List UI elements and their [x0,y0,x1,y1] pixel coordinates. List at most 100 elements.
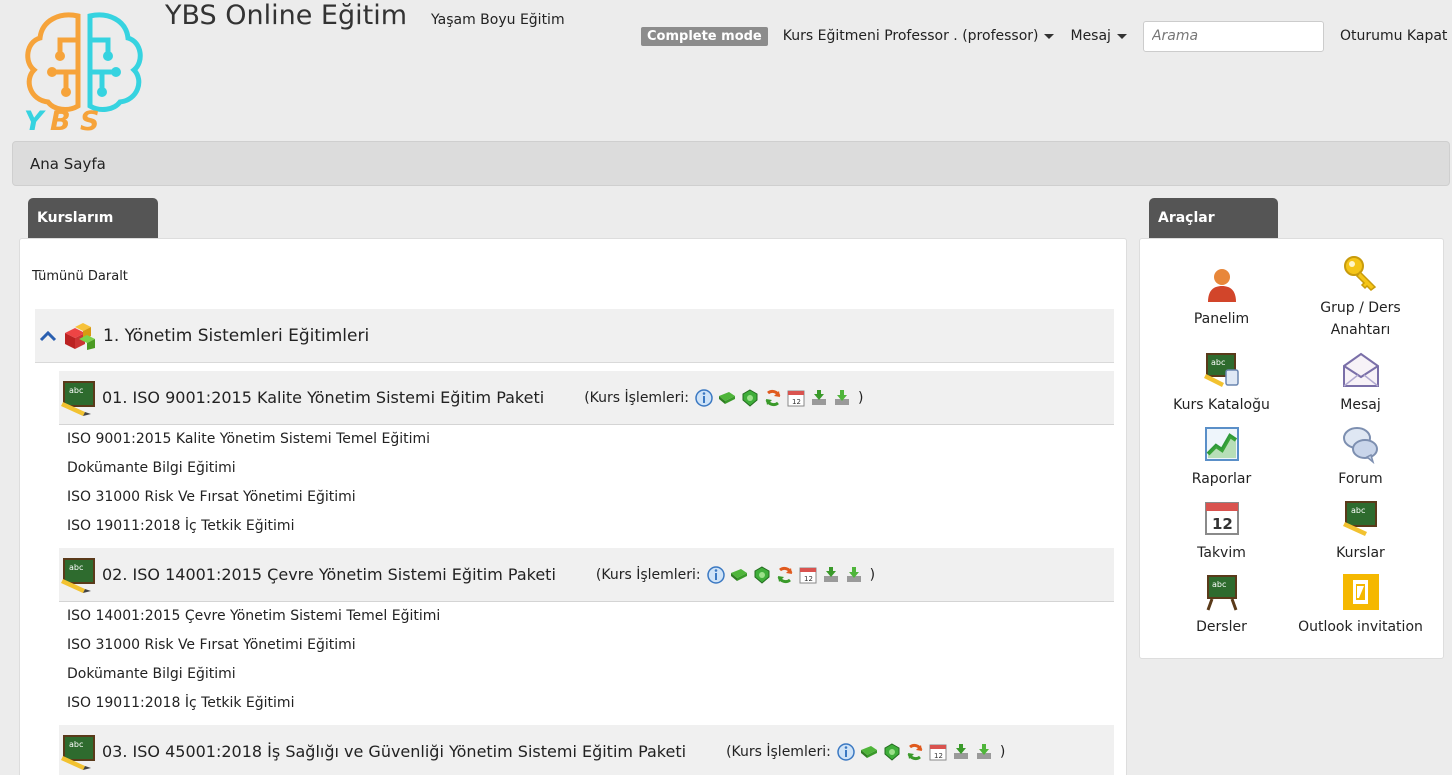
refresh-icon[interactable] [775,565,795,585]
ybs-logo[interactable]: Y B S [20,10,152,134]
tool-reports[interactable]: Raporlar [1149,424,1294,490]
tool-courses[interactable]: abc Kurslar [1288,498,1433,564]
caret-down-icon [1044,33,1055,39]
lesson-board-icon: abc [1206,575,1237,611]
tool-calendar[interactable]: 12 Takvim [1149,498,1294,564]
tools-tab[interactable]: Araçlar [1149,198,1278,238]
tool-label: Grup / Ders Anahtarı [1320,300,1401,338]
category-title[interactable]: 1. Yönetim Sistemleri Eğitimleri [103,326,369,346]
user-icon [1207,269,1236,302]
tool-label: Raporlar [1191,471,1252,487]
course-package-title[interactable]: 03. ISO 45001:2018 İş Sağlığı ve Güvenli… [102,742,686,761]
course-operations-close: ) [999,743,1006,760]
cubes-icon [65,322,95,350]
tool-group-key[interactable]: Grup / Ders Anahtarı [1288,253,1433,341]
tool-course-catalog[interactable]: abc Kurs Kataloğu [1149,350,1294,416]
svg-text:B: B [50,106,71,134]
svg-text:12: 12 [792,398,801,406]
my-courses-tab[interactable]: Kurslarım [28,198,158,238]
svg-text:Y: Y [24,106,46,134]
svg-text:12: 12 [934,752,943,760]
key-icon [1343,256,1376,291]
tool-label: Panelim [1193,311,1250,327]
logout-link[interactable]: Oturumu Kapat [1340,28,1447,44]
outlook-icon [1342,574,1379,610]
message-menu[interactable]: Mesaj [1070,28,1127,44]
user-menu[interactable]: Kurs Eğitmeni Professor . (professor) [783,28,1055,44]
course-operations: (Kurs İşlemleri: 12 ) [726,742,1005,762]
info-icon[interactable] [694,388,714,408]
calendar-day-number: 12 [1212,515,1233,533]
download-icon[interactable] [844,565,864,585]
tool-lessons[interactable]: abc Dersler [1149,572,1294,638]
svg-text:S: S [80,106,99,134]
course-operations: (Kurs İşlemleri: 12 ) [596,565,875,585]
breadcrumb-home[interactable]: Ana Sayfa [30,155,106,173]
lesson-link[interactable]: Dokümante Bilgi Eğitimi [67,460,236,476]
svg-text:abc: abc [1351,506,1365,515]
lesson-link[interactable]: ISO 9001:2015 Kalite Yönetim Sistemi Tem… [67,431,430,447]
info-icon[interactable] [706,565,726,585]
top-navigation: Complete mode Kurs Eğitmeni Professor . … [641,20,1447,52]
lesson-link[interactable]: ISO 19011:2018 İç Tetkik Eğitimi [67,695,294,711]
calendar-icon[interactable]: 12 [786,388,806,408]
tool-label: Kurs Kataloğu [1173,397,1270,413]
shield-icon[interactable] [752,565,772,585]
course-package-title[interactable]: 02. ISO 14001:2015 Çevre Yönetim Sistemi… [102,565,556,584]
chevron-up-icon[interactable] [39,330,57,342]
lesson-link[interactable]: ISO 14001:2015 Çevre Yönetim Sistemi Tem… [67,608,440,624]
shield-icon[interactable] [740,388,760,408]
download-icon[interactable] [974,742,994,762]
course-package-header: abc 01. ISO 9001:2015 Kalite Yönetim Sis… [59,371,1114,425]
course-operations-label: (Kurs İşlemleri: [595,566,701,583]
tool-forum[interactable]: Forum [1288,424,1433,490]
calendar-icon[interactable]: 12 [928,742,948,762]
tool-label: Forum [1338,471,1383,487]
site-title[interactable]: YBS Online Eğitim [165,0,407,31]
install-icon[interactable] [821,565,841,585]
svg-text:abc: abc [1212,580,1226,589]
course-operations-close: ) [869,566,876,583]
chalkboard-icon: abc [1342,501,1377,536]
chalkboard-icon: abc [61,380,95,416]
book-icon[interactable] [717,388,737,408]
catalog-icon: abc [1203,353,1239,387]
refresh-icon[interactable] [905,742,925,762]
lesson-link[interactable]: Dokümante Bilgi Eğitimi [67,666,236,682]
course-operations-label: (Kurs İşlemleri: [726,743,831,760]
refresh-icon[interactable] [763,388,783,408]
calendar-icon[interactable]: 12 [798,565,818,585]
course-operations-close: ) [857,389,864,406]
shield-icon[interactable] [882,742,902,762]
search-input[interactable] [1142,20,1324,52]
course-operations: (Kurs İşlemleri: 12 ) [584,388,863,408]
tool-label: Outlook invitation [1298,619,1423,635]
svg-text:abc: abc [69,563,83,572]
tool-label: Takvim [1197,545,1246,561]
collapse-all-link[interactable]: Tümünü Daralt [32,269,128,284]
lesson-link[interactable]: ISO 31000 Risk Ve Fırsat Yönetimi Eğitim… [67,489,356,505]
breadcrumb: Ana Sayfa [12,141,1450,186]
chart-icon [1204,427,1239,461]
category-header[interactable]: 1. Yönetim Sistemleri Eğitimleri [35,309,1114,363]
install-icon[interactable] [809,388,829,408]
book-icon[interactable] [729,565,749,585]
lesson-link[interactable]: ISO 31000 Risk Ve Fırsat Yönetimi Eğitim… [67,637,356,653]
book-icon[interactable] [859,742,879,762]
user-menu-label: Kurs Eğitmeni Professor . (professor) [782,28,1039,44]
calendar-icon: 12 [1204,502,1239,535]
complete-mode-badge[interactable]: Complete mode [641,26,768,46]
caret-down-icon [1116,33,1127,39]
install-icon[interactable] [951,742,971,762]
svg-text:abc: abc [69,740,83,749]
tool-outlook-invitation[interactable]: Outlook invitation [1288,572,1433,638]
tool-message[interactable]: Mesaj [1288,350,1433,416]
tool-dashboard[interactable]: Panelim [1149,264,1294,330]
download-icon[interactable] [832,388,852,408]
course-package-title[interactable]: 01. ISO 9001:2015 Kalite Yönetim Sistemi… [102,388,544,407]
tool-label: Kurslar [1336,545,1385,561]
info-icon[interactable] [836,742,856,762]
lesson-link[interactable]: ISO 19011:2018 İç Tetkik Eğitimi [67,518,294,534]
tool-label: Dersler [1196,619,1247,635]
svg-text:abc: abc [1211,358,1225,367]
